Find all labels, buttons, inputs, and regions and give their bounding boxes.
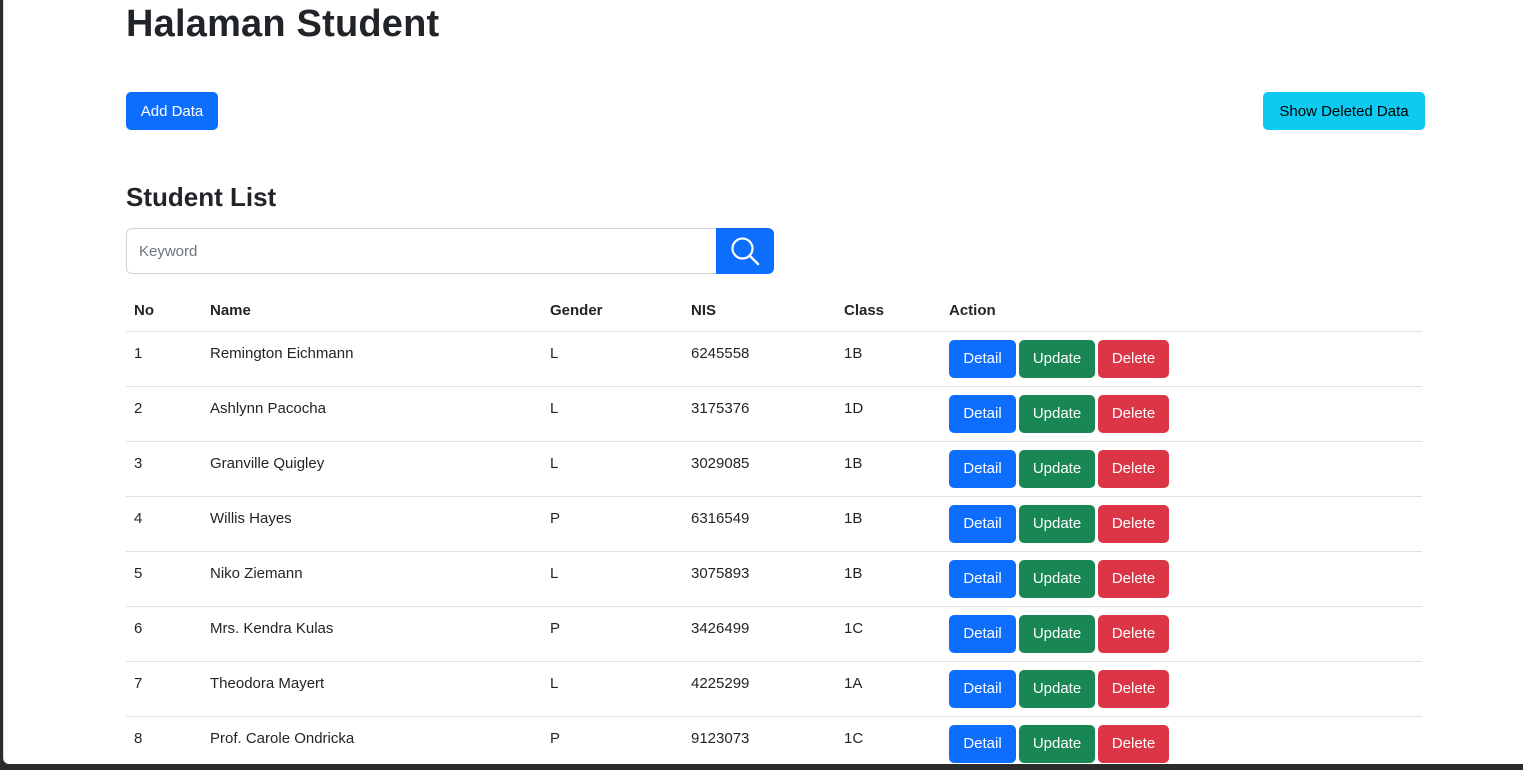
cell-name: Prof. Carole Ondricka [202, 716, 542, 764]
cell-name: Ashlynn Pacocha [202, 386, 542, 442]
delete-button[interactable]: Delete [1098, 394, 1169, 433]
student-list-title: Student List [126, 182, 277, 212]
header-class: Class [836, 290, 941, 332]
cell-no: 4 [126, 496, 202, 552]
header-gender: Gender [542, 290, 683, 332]
cell-nis: 3075893 [683, 551, 836, 607]
cell-nis: 6245558 [683, 331, 836, 387]
detail-button[interactable]: Detail [949, 339, 1016, 378]
cell-gender: L [542, 551, 683, 607]
cell-nis: 3029085 [683, 441, 836, 497]
cell-actions: Detail Update Delete [941, 441, 1422, 497]
cell-nis: 3175376 [683, 386, 836, 442]
update-button[interactable]: Update [1019, 614, 1095, 653]
cell-class: 1D [836, 386, 941, 442]
update-button[interactable]: Update [1019, 339, 1095, 378]
cell-actions: Detail Update Delete [941, 331, 1422, 387]
cell-class: 1B [836, 331, 941, 387]
table-row: 1 Remington Eichmann L 6245558 1B Detail… [126, 331, 1422, 387]
student-table: No Name Gender NIS Class Action 1 Reming… [126, 290, 1422, 764]
header-name: Name [202, 290, 542, 332]
header-no: No [126, 290, 202, 332]
table-row: 8 Prof. Carole Ondricka P 9123073 1C Det… [126, 716, 1422, 764]
cell-gender: P [542, 606, 683, 662]
cell-no: 5 [126, 551, 202, 607]
cell-gender: L [542, 331, 683, 387]
cell-name: Theodora Mayert [202, 661, 542, 717]
search-input[interactable] [126, 228, 716, 274]
update-button[interactable]: Update [1019, 449, 1095, 488]
cell-name: Willis Hayes [202, 496, 542, 552]
header-action: Action [941, 290, 1422, 332]
delete-button[interactable]: Delete [1098, 449, 1169, 488]
update-button[interactable]: Update [1019, 559, 1095, 598]
update-button[interactable]: Update [1019, 669, 1095, 708]
delete-button[interactable]: Delete [1098, 559, 1169, 598]
cell-no: 2 [126, 386, 202, 442]
table-header-row: No Name Gender NIS Class Action [126, 290, 1422, 332]
cell-no: 8 [126, 716, 202, 764]
table-row: 5 Niko Ziemann L 3075893 1B Detail Update… [126, 551, 1422, 607]
delete-button[interactable]: Delete [1098, 724, 1169, 763]
update-button[interactable]: Update [1019, 724, 1095, 763]
cell-actions: Detail Update Delete [941, 386, 1422, 442]
table-row: 7 Theodora Mayert L 4225299 1A Detail Upd… [126, 661, 1422, 717]
cell-class: 1A [836, 661, 941, 717]
search-icon [731, 237, 760, 266]
search-button[interactable] [716, 228, 774, 274]
cell-gender: P [542, 496, 683, 552]
cell-name: Niko Ziemann [202, 551, 542, 607]
cell-gender: L [542, 661, 683, 717]
detail-button[interactable]: Detail [949, 724, 1016, 763]
cell-class: 1C [836, 716, 941, 764]
browser-viewport: Halaman Student Add Data Show Deleted Da… [3, 0, 1523, 764]
delete-button[interactable]: Delete [1098, 669, 1169, 708]
table-row: 6 Mrs. Kendra Kulas P 3426499 1C Detail U… [126, 606, 1422, 662]
delete-button[interactable]: Delete [1098, 614, 1169, 653]
table-row: 4 Willis Hayes P 6316549 1B Detail Update… [126, 496, 1422, 552]
header-nis: NIS [683, 290, 836, 332]
cell-name: Granville Quigley [202, 441, 542, 497]
cell-class: 1C [836, 606, 941, 662]
cell-gender: L [542, 441, 683, 497]
delete-button[interactable]: Delete [1098, 504, 1169, 543]
table-row: 2 Ashlynn Pacocha L 3175376 1D Detail Upd… [126, 386, 1422, 442]
detail-button[interactable]: Detail [949, 559, 1016, 598]
window-bottom-edge [0, 764, 1523, 770]
page-title: Halaman Student [126, 3, 440, 45]
cell-class: 1B [836, 496, 941, 552]
delete-button[interactable]: Delete [1098, 339, 1169, 378]
cell-nis: 9123073 [683, 716, 836, 764]
detail-button[interactable]: Detail [949, 669, 1016, 708]
cell-actions: Detail Update Delete [941, 716, 1422, 764]
cell-name: Mrs. Kendra Kulas [202, 606, 542, 662]
cell-no: 6 [126, 606, 202, 662]
update-button[interactable]: Update [1019, 504, 1095, 543]
cell-gender: L [542, 386, 683, 442]
cell-actions: Detail Update Delete [941, 606, 1422, 662]
cell-gender: P [542, 716, 683, 764]
cell-actions: Detail Update Delete [941, 551, 1422, 607]
search-bar [126, 228, 774, 274]
cell-class: 1B [836, 441, 941, 497]
cell-no: 1 [126, 331, 202, 387]
detail-button[interactable]: Detail [949, 504, 1016, 543]
cell-name: Remington Eichmann [202, 331, 542, 387]
cell-no: 7 [126, 661, 202, 717]
show-deleted-data-button[interactable]: Show Deleted Data [1263, 92, 1425, 130]
table-row: 3 Granville Quigley L 3029085 1B Detail U… [126, 441, 1422, 497]
cell-no: 3 [126, 441, 202, 497]
cell-actions: Detail Update Delete [941, 661, 1422, 717]
cell-nis: 4225299 [683, 661, 836, 717]
cell-nis: 3426499 [683, 606, 836, 662]
cell-class: 1B [836, 551, 941, 607]
cell-nis: 6316549 [683, 496, 836, 552]
detail-button[interactable]: Detail [949, 449, 1016, 488]
update-button[interactable]: Update [1019, 394, 1095, 433]
cell-actions: Detail Update Delete [941, 496, 1422, 552]
detail-button[interactable]: Detail [949, 614, 1016, 653]
detail-button[interactable]: Detail [949, 394, 1016, 433]
add-data-button[interactable]: Add Data [126, 92, 218, 130]
